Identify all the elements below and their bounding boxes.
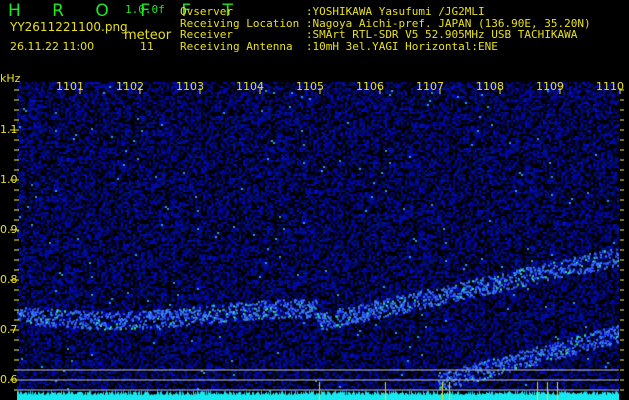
x-tick-label: 1109 xyxy=(536,80,564,93)
y-unit-label: kHz xyxy=(0,72,21,85)
y-tick-label: 1.1 xyxy=(0,123,18,136)
y-tick-label: 0.7 xyxy=(0,323,18,336)
y-tick-label: 0.8 xyxy=(0,273,18,286)
y-tick-label: 0.6 xyxy=(0,373,18,386)
x-tick-label: 1101 xyxy=(56,80,84,93)
x-tick-label: 1103 xyxy=(176,80,204,93)
hrofft-window: H R O F F T 1.0.0f YY2611221100.png mete… xyxy=(0,0,629,400)
x-tick-label: 1110 xyxy=(596,80,624,93)
x-tick-label: 1106 xyxy=(356,80,384,93)
x-tick-label: 1105 xyxy=(296,80,324,93)
x-tick-label: 1108 xyxy=(476,80,504,93)
x-tick-label: 1102 xyxy=(116,80,144,93)
axes-overlay xyxy=(10,88,624,391)
x-tick-label: 1107 xyxy=(416,80,444,93)
x-tick-label: 1104 xyxy=(236,80,264,93)
y-tick-label: 0.9 xyxy=(0,223,18,236)
y-tick-label: 1.0 xyxy=(0,173,18,186)
